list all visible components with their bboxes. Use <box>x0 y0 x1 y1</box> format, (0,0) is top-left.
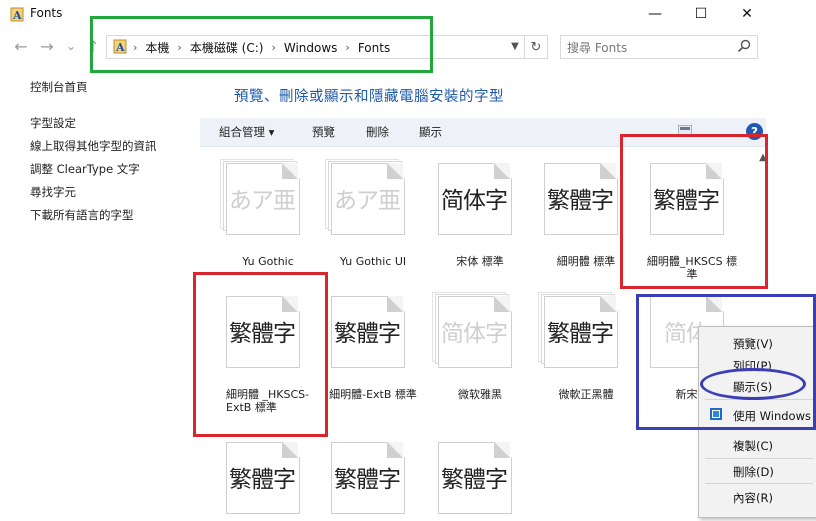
back-arrow-icon[interactable]: ← <box>10 36 32 56</box>
preview-button[interactable]: 預覽 <box>312 124 335 140</box>
font-file-icon: 繁體字 <box>331 296 411 370</box>
menu-separator <box>705 483 813 484</box>
font-file-icon: 简体字 <box>432 292 518 370</box>
annotation-box-red <box>620 134 768 289</box>
menu-item-copy[interactable]: 複製(C) <box>733 438 773 454</box>
font-file-icon: 简体字 <box>438 163 518 237</box>
close-button[interactable]: ✕ <box>724 0 770 28</box>
font-name-label: 細明體-ExtB 標準 <box>329 388 417 401</box>
font-file-icon: 繁體字 <box>331 442 411 516</box>
font-name-label: Yu Gothic <box>242 255 294 268</box>
forward-arrow-icon[interactable]: → <box>36 36 58 56</box>
font-name-label: 微軟正黑體 <box>558 388 614 401</box>
annotation-box-red <box>193 272 328 437</box>
refresh-button[interactable]: ↻ <box>524 35 548 59</box>
font-name-label: 微软雅黑 <box>458 388 502 401</box>
font-sample-text: 繁體字 <box>334 321 401 347</box>
font-sample-text: あア亜 <box>334 188 401 214</box>
link-download-fonts[interactable]: 下載所有語言的字型 <box>30 207 134 223</box>
maximize-button[interactable]: ☐ <box>678 0 724 28</box>
font-sample-text: 简体字 <box>441 321 508 347</box>
minimize-button[interactable]: — <box>632 0 678 28</box>
recent-locations-icon[interactable]: ⌄ <box>60 36 82 56</box>
font-sample-text: 繁體字 <box>334 467 401 493</box>
menu-item-delete[interactable]: 刪除(D) <box>733 464 774 480</box>
font-file-icon: 繁體字 <box>226 442 306 516</box>
link-adjust-cleartype[interactable]: 調整 ClearType 文字 <box>30 161 140 177</box>
font-file-icon: 繁體字 <box>544 163 624 237</box>
organize-menu-button[interactable]: 組合管理 ▾ <box>219 124 274 140</box>
search-placeholder: 搜尋 Fonts <box>567 41 628 55</box>
font-sample-text: 繁體字 <box>229 467 296 493</box>
font-sample-text: 繁體字 <box>547 188 614 214</box>
show-button[interactable]: 顯示 <box>419 124 442 140</box>
annotation-box-blue <box>636 294 816 430</box>
menu-separator <box>705 458 813 459</box>
font-name-label: Yu Gothic UI <box>339 255 407 268</box>
font-sample-text: 繁體字 <box>547 321 614 347</box>
font-file-icon: あア亜 <box>325 159 411 237</box>
font-file-icon: あア亜 <box>220 159 306 237</box>
svg-text:A: A <box>12 9 22 22</box>
link-font-info-online[interactable]: 線上取得其他字型的資訊 <box>30 138 157 154</box>
annotation-box-green <box>90 16 433 73</box>
font-name-label: 宋体 標準 <box>456 255 504 268</box>
annotation-ellipse-blue <box>700 368 806 400</box>
search-input[interactable]: 搜尋 Fonts <box>560 35 758 59</box>
link-font-settings[interactable]: 字型設定 <box>30 115 76 131</box>
search-icon <box>737 39 751 53</box>
font-sample-text: あア亜 <box>229 188 296 214</box>
font-file-icon: 繁體字 <box>538 292 624 370</box>
link-control-panel-home[interactable]: 控制台首頁 <box>30 79 88 95</box>
font-folder-icon: A <box>10 7 24 22</box>
page-title: 預覽、刪除或顯示和隱藏電腦安裝的字型 <box>234 89 504 105</box>
font-sample-text: 简体字 <box>441 188 508 214</box>
window-title: Fonts <box>30 6 63 20</box>
font-sample-text: 繁體字 <box>441 467 508 493</box>
menu-item-properties[interactable]: 內容(R) <box>733 490 773 506</box>
chevron-down-icon[interactable]: ▼ <box>507 38 523 54</box>
link-find-character[interactable]: 尋找字元 <box>30 184 76 200</box>
font-file-icon: 繁體字 <box>438 442 518 516</box>
delete-button[interactable]: 刪除 <box>366 124 389 140</box>
